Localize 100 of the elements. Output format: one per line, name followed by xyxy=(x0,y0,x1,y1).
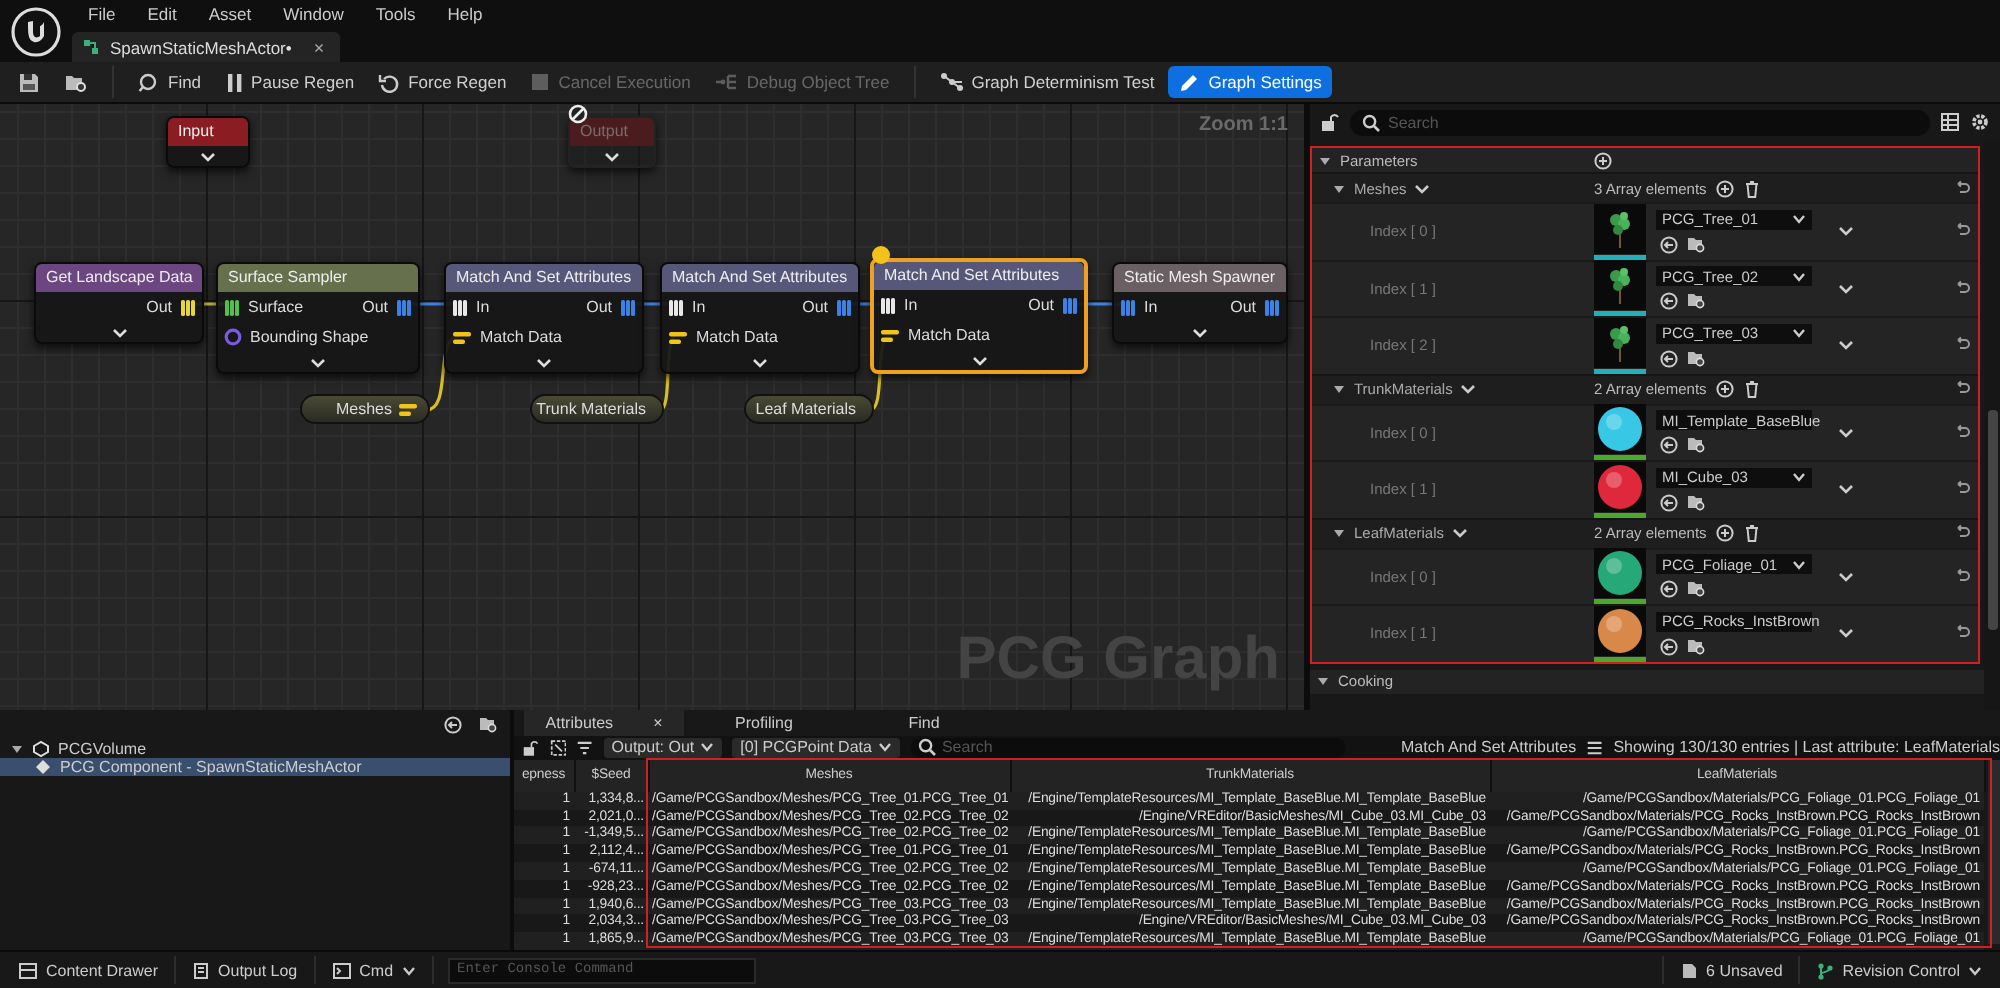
chevron-down-icon[interactable] xyxy=(1838,226,1854,237)
folder-search-icon[interactable] xyxy=(1686,349,1706,368)
reset-icon[interactable] xyxy=(1954,179,1970,193)
find-button[interactable]: Find xyxy=(128,66,212,98)
pin-icon[interactable] xyxy=(668,329,688,345)
pin-icon[interactable] xyxy=(224,297,240,317)
reset-icon[interactable] xyxy=(1954,222,1970,237)
arrow-left-icon[interactable] xyxy=(444,716,462,734)
chevron-down-icon[interactable] xyxy=(1192,327,1208,337)
folder-search-icon[interactable] xyxy=(1686,580,1706,599)
logo-icon[interactable] xyxy=(10,5,62,57)
chevron-down-icon[interactable] xyxy=(1414,183,1431,193)
caret-icon[interactable] xyxy=(1792,328,1806,339)
folder-search-icon[interactable] xyxy=(1686,436,1706,455)
caret-icon[interactable] xyxy=(1792,559,1806,570)
chevron-down-icon[interactable] xyxy=(1452,528,1469,538)
add-icon[interactable] xyxy=(1594,151,1612,169)
reset-icon[interactable] xyxy=(1954,524,1970,538)
add-icon[interactable] xyxy=(1716,179,1735,197)
graph-node[interactable]: Match And Set Attributes In Out Match Data xyxy=(870,258,1088,374)
pin-icon[interactable] xyxy=(880,295,896,315)
add-icon[interactable] xyxy=(1716,380,1735,398)
add-icon[interactable] xyxy=(1716,524,1735,542)
chevron-down-icon[interactable] xyxy=(536,357,552,367)
trash-icon[interactable] xyxy=(1744,524,1761,542)
menu-item[interactable]: Window xyxy=(267,4,360,24)
caret-icon[interactable] xyxy=(700,742,715,753)
chevron-down-icon[interactable] xyxy=(1460,384,1477,394)
reset-icon[interactable] xyxy=(1954,279,1970,294)
menu-item[interactable]: Edit xyxy=(131,4,193,24)
caret-icon[interactable] xyxy=(1968,965,1982,975)
folder-search-icon[interactable] xyxy=(478,716,498,734)
menu-item[interactable]: File xyxy=(72,4,132,24)
pin-icon[interactable] xyxy=(398,401,418,417)
graph-node[interactable]: Input xyxy=(166,116,250,168)
status-button[interactable]: 6 Unsaved xyxy=(1670,956,1793,984)
arrow-left-icon[interactable] xyxy=(1660,493,1678,512)
settings-button[interactable]: Graph Settings xyxy=(1168,66,1332,98)
filter-icon[interactable] xyxy=(576,737,594,758)
caret-icon[interactable] xyxy=(877,742,892,753)
expand-arrow-icon[interactable] xyxy=(1332,526,1346,540)
command-dropdown[interactable]: Cmd xyxy=(321,956,426,984)
close-button[interactable]: × xyxy=(653,713,663,732)
reset-icon[interactable] xyxy=(1954,480,1970,495)
folder-search-icon[interactable] xyxy=(1686,235,1706,254)
graph-node[interactable]: Match And Set Attributes In Out Match Data xyxy=(660,262,860,374)
tree-item[interactable]: PCG Component - SpawnStaticMeshActor xyxy=(0,758,510,776)
pin-icon[interactable] xyxy=(880,327,900,343)
parameter-node[interactable]: Leaf Materials xyxy=(744,394,874,424)
status-button[interactable]: Revision Control xyxy=(1806,956,1992,984)
menu-item[interactable]: Asset xyxy=(192,4,268,24)
lock-icon[interactable] xyxy=(1320,112,1340,132)
output-dropdown[interactable]: Output: Out xyxy=(603,737,723,758)
arrow-left-icon[interactable] xyxy=(1660,235,1678,254)
caret-icon[interactable] xyxy=(1792,214,1806,225)
arrow-left-icon[interactable] xyxy=(1660,637,1678,656)
lock-icon[interactable] xyxy=(522,737,540,758)
test-button[interactable]: Graph Determinism Test xyxy=(929,66,1165,98)
reset-icon[interactable] xyxy=(1954,423,1970,438)
regen-button[interactable]: Force Regen xyxy=(368,66,517,98)
folder-search-icon[interactable] xyxy=(1686,292,1706,311)
pin-icon[interactable] xyxy=(668,297,684,317)
chevron-down-icon[interactable] xyxy=(1838,340,1854,351)
tree-item[interactable]: PCGVolume xyxy=(0,740,510,758)
trash-icon[interactable] xyxy=(1744,380,1761,398)
chevron-down-icon[interactable] xyxy=(1838,484,1854,495)
arrow-left-icon[interactable] xyxy=(1660,580,1678,599)
chevron-down-icon[interactable] xyxy=(310,357,326,367)
menu-item[interactable]: Tools xyxy=(359,4,432,24)
select-icon[interactable] xyxy=(549,737,567,758)
caret-icon[interactable] xyxy=(401,965,416,975)
trash-icon[interactable] xyxy=(1744,179,1761,197)
reset-icon[interactable] xyxy=(1954,624,1970,639)
reset-icon[interactable] xyxy=(1954,567,1970,582)
expand-arrow-icon[interactable] xyxy=(1318,153,1332,167)
status-button[interactable]: Output Log xyxy=(182,956,308,984)
caret-icon[interactable] xyxy=(1792,472,1806,483)
chevron-down-icon[interactable] xyxy=(971,355,987,365)
graph-node[interactable]: Match And Set Attributes In Out Match Data xyxy=(444,262,644,374)
reset-icon[interactable] xyxy=(1954,380,1970,394)
status-button[interactable]: Content Drawer xyxy=(8,956,169,984)
grid-icon[interactable] xyxy=(1940,112,1960,132)
parameter-node[interactable]: Trunk Materials xyxy=(530,394,664,424)
chevron-down-icon[interactable] xyxy=(1838,628,1854,639)
chevron-down-icon[interactable] xyxy=(200,151,216,161)
document-tab[interactable]: SpawnStaticMeshActor• × xyxy=(72,32,341,62)
caret-icon[interactable] xyxy=(1792,271,1806,282)
panel-tab[interactable]: Find xyxy=(844,710,1004,736)
expand-arrow-icon[interactable] xyxy=(1332,382,1346,396)
list-icon[interactable] xyxy=(1586,737,1604,758)
reset-icon[interactable] xyxy=(1954,336,1970,351)
arrow-left-icon[interactable] xyxy=(1660,292,1678,311)
expand-arrow-icon[interactable] xyxy=(1316,674,1330,688)
chevron-down-icon[interactable] xyxy=(1838,571,1854,582)
parameter-node[interactable]: Meshes xyxy=(300,394,430,424)
panel-tab[interactable]: Profiling xyxy=(684,710,844,736)
chevron-down-icon[interactable] xyxy=(111,327,127,337)
folder-search-icon[interactable] xyxy=(1686,493,1706,512)
pause-button[interactable]: Pause Regen xyxy=(215,66,365,98)
chevron-down-icon[interactable] xyxy=(752,357,768,367)
